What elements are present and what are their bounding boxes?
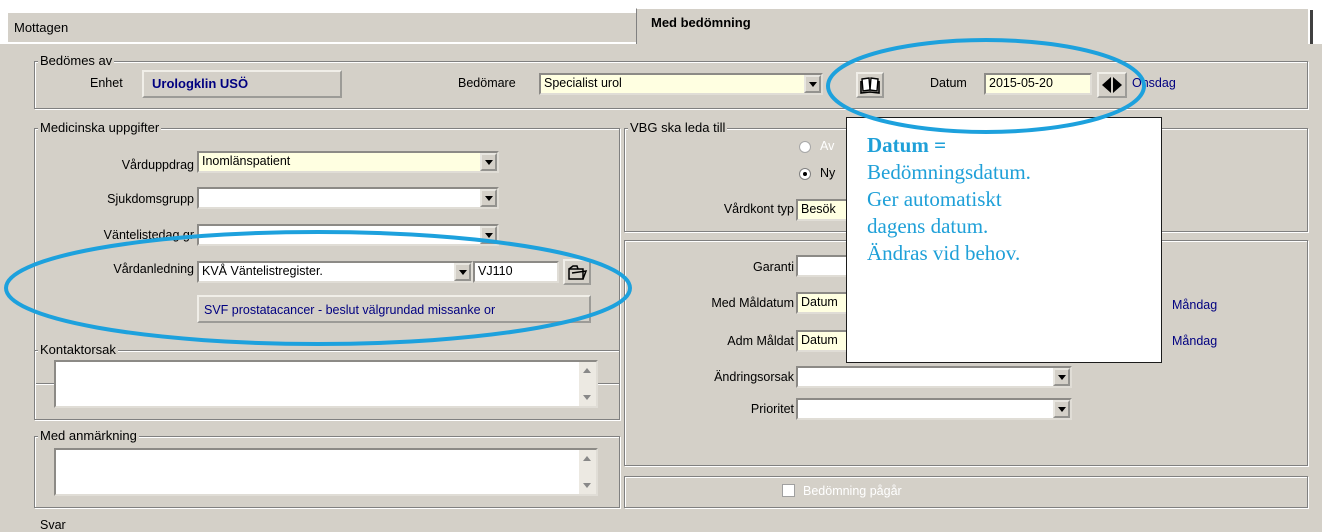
highlight-ellipse-vardanledning — [4, 230, 632, 346]
highlight-overlay — [4, 38, 1146, 346]
highlight-ellipse-datum — [826, 38, 1146, 134]
